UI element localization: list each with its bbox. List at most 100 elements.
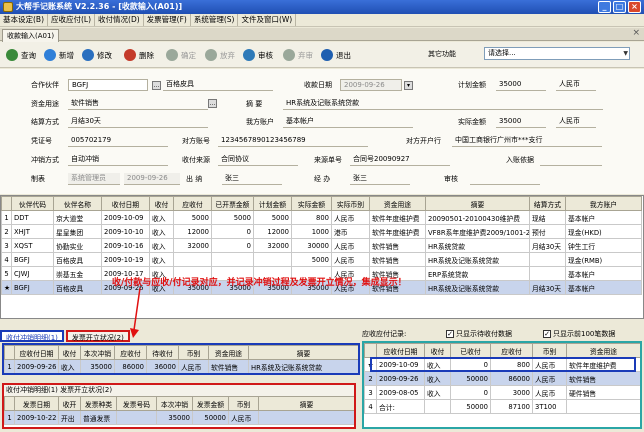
our-account-field[interactable]: 基本帐户 bbox=[283, 116, 413, 128]
table-cell: 800 bbox=[291, 210, 332, 225]
calendar-icon[interactable]: ▾ bbox=[404, 81, 413, 90]
menu-invoices[interactable]: 发票管理(F) bbox=[144, 14, 191, 26]
close-button[interactable]: × bbox=[628, 1, 641, 13]
col-header[interactable]: 币别 bbox=[178, 345, 209, 360]
maximize-button[interactable]: □ bbox=[613, 1, 626, 13]
col-header[interactable]: 收付 bbox=[58, 345, 81, 360]
table-row[interactable]: 1 2009-09-26 收入 35000 86000 36000 人民币 软件销售 HR系统及… bbox=[4, 359, 358, 373]
tab-offset-detail[interactable]: 收付冲销明细(1) bbox=[0, 330, 64, 342]
exit-button[interactable]: 退出 bbox=[321, 48, 351, 62]
their-account-field[interactable]: 1234567890123456789 bbox=[218, 135, 368, 147]
checkbox-pending-only[interactable]: ✓ 只显示待收付数据 bbox=[446, 328, 512, 340]
col-header[interactable]: 摘要 bbox=[425, 196, 530, 211]
col-header[interactable]: 应收付日期 bbox=[376, 343, 425, 358]
table-row[interactable]: 2 2009-09-26 收入 50000 86000 人民币 软件销售 bbox=[364, 371, 640, 386]
col-header[interactable]: 应收付日期 bbox=[14, 345, 59, 360]
table-cell: 人民币 bbox=[532, 385, 567, 400]
minimize-button[interactable]: _ bbox=[598, 1, 611, 13]
source-no-field[interactable]: 合同号20090927 bbox=[350, 154, 450, 166]
table-cell: ERP系统贷款 bbox=[425, 266, 530, 281]
col-header[interactable]: 待收付 bbox=[146, 345, 179, 360]
checkbox-first-100[interactable]: ✓ 只显示前100笔数据 bbox=[543, 328, 615, 340]
col-header[interactable]: 摘要 bbox=[258, 396, 354, 411]
settle-field[interactable]: 月结30天 bbox=[68, 116, 208, 128]
col-header[interactable]: 收付日期 bbox=[101, 196, 150, 211]
their-bank-field[interactable]: 中国工商银行广州市***支行 bbox=[452, 135, 602, 147]
col-header[interactable]: 收付 bbox=[424, 343, 451, 358]
menu-files-windows[interactable]: 文件及窗口(W) bbox=[238, 14, 297, 26]
audit-button[interactable]: 审核 bbox=[243, 48, 273, 62]
col-header[interactable]: 结算方式 bbox=[529, 196, 566, 211]
col-header[interactable]: 应收付 bbox=[490, 343, 533, 358]
col-header[interactable]: 实际金额 bbox=[291, 196, 332, 211]
delete-button[interactable]: 删除 bbox=[124, 48, 154, 62]
handler-field[interactable]: 张三 bbox=[350, 173, 410, 185]
col-header[interactable]: 收付 bbox=[149, 196, 174, 211]
col-header[interactable]: 资金用途 bbox=[566, 343, 640, 358]
col-header[interactable]: 资金用途 bbox=[369, 196, 426, 211]
col-header[interactable]: 计划金额 bbox=[253, 196, 292, 211]
col-header[interactable]: 资金用途 bbox=[208, 345, 249, 360]
table-cell: 月结30天 bbox=[529, 238, 566, 253]
col-header[interactable]: 应收付 bbox=[173, 196, 212, 211]
table-row[interactable]: 1 DDT 京大道堂 2009-10-09 收入 5000 5000 5000 800 人民币 软件… bbox=[1, 210, 642, 225]
table-row[interactable]: 3 2009-08-05 收入 0 3000 人民币 硬件销售 bbox=[364, 385, 640, 400]
table-cell bbox=[253, 252, 292, 267]
col-header[interactable]: 伙伴名称 bbox=[53, 196, 102, 211]
col-header[interactable]: 发票种类 bbox=[80, 396, 117, 411]
add-button[interactable]: 新增 bbox=[44, 48, 74, 62]
discard-button[interactable]: 放弃 bbox=[205, 48, 235, 62]
party-code-field[interactable]: BGFJ bbox=[68, 79, 148, 91]
col-header[interactable]: 收开 bbox=[58, 396, 81, 411]
offset-field[interactable]: 自动冲销 bbox=[68, 154, 168, 166]
voucher-field[interactable]: 005702179 bbox=[68, 135, 168, 147]
plan-amount-field[interactable]: 35000 bbox=[496, 79, 546, 91]
table-row[interactable]: 3 XQST 协勤实业 2009-10-16 收入 32000 0 32000 30000 人民币… bbox=[1, 238, 642, 253]
menu-payments[interactable]: 收付情况(D) bbox=[95, 14, 144, 26]
edit-button[interactable]: 修改 bbox=[82, 48, 112, 62]
confirm-button[interactable]: 确定 bbox=[166, 48, 196, 62]
col-header[interactable]: 我方账户 bbox=[565, 196, 642, 211]
tab-invoice-status[interactable]: 发票开立状况(2) bbox=[65, 330, 130, 342]
col-header[interactable]: 币别 bbox=[228, 396, 259, 411]
col-header[interactable]: 本次冲销 bbox=[156, 396, 193, 411]
cashier-field[interactable]: 张三 bbox=[222, 173, 282, 185]
col-header[interactable]: 本次冲销 bbox=[80, 345, 115, 360]
col-header[interactable]: 发票日期 bbox=[14, 396, 59, 411]
summary-field[interactable]: HR系统及记账系统贷款 bbox=[283, 98, 603, 110]
date-field[interactable]: 2009-09-26 bbox=[340, 79, 402, 91]
table-row[interactable]: 4 合计: 50000 87100 3T100 bbox=[364, 399, 640, 414]
query-button[interactable]: 查询 bbox=[6, 48, 36, 62]
col-header[interactable]: 摘要 bbox=[248, 345, 358, 360]
lookup-icon[interactable]: … bbox=[152, 81, 161, 90]
col-header[interactable]: 币别 bbox=[532, 343, 567, 358]
source-field[interactable]: 合同协议 bbox=[218, 154, 298, 166]
table-cell: 软件销售 bbox=[208, 359, 249, 373]
inbound-basis-field[interactable] bbox=[540, 154, 602, 166]
col-header[interactable]: 伙伴代码 bbox=[11, 196, 54, 211]
menu-receivables[interactable]: 应收应付(L) bbox=[48, 14, 96, 26]
table-row[interactable]: 1 2009-10-22 开出 普通发票 35000 50000 人民币 bbox=[4, 410, 354, 425]
close-tab-icon[interactable]: × bbox=[632, 28, 640, 38]
table-cell: 基本帐户 bbox=[565, 266, 642, 281]
col-header[interactable]: 发票金额 bbox=[192, 396, 229, 411]
table-row[interactable]: 2 XHJT 星皇集团 2009-10-10 收入 12000 0 12000 1000 港币 软件… bbox=[1, 224, 642, 239]
purpose-field[interactable]: 软件销售 bbox=[68, 98, 208, 110]
tab-receipt-input[interactable]: 收款输入(A01) bbox=[2, 29, 60, 42]
col-header[interactable]: 发票号码 bbox=[116, 396, 157, 411]
plan-currency-field[interactable]: 人民币 bbox=[556, 79, 596, 91]
col-header[interactable]: 已收付 bbox=[450, 343, 491, 358]
actual-currency-field[interactable]: 人民币 bbox=[556, 116, 596, 128]
other-functions-select[interactable]: 请选择... bbox=[484, 47, 630, 60]
unaudit-button[interactable]: 弃审 bbox=[283, 48, 313, 62]
purpose-lookup-icon[interactable]: … bbox=[208, 99, 217, 108]
actual-amount-field[interactable]: 35000 bbox=[496, 116, 546, 128]
table-cell: 3000 bbox=[490, 385, 533, 400]
table-row[interactable]: 4 BGFJ 百格皮具 2009-10-19 收入 5000 人民币 软件销售 HR系统及记账系… bbox=[1, 252, 642, 267]
annotation-arrow-icon bbox=[130, 287, 141, 338]
menu-basic-settings[interactable]: 基本设定(B) bbox=[0, 14, 48, 26]
col-header[interactable]: 应收付 bbox=[114, 345, 147, 360]
menu-system[interactable]: 系统管理(S) bbox=[191, 14, 239, 26]
col-header[interactable]: 实际币别 bbox=[331, 196, 370, 211]
col-header[interactable]: 已开票金额 bbox=[211, 196, 254, 211]
